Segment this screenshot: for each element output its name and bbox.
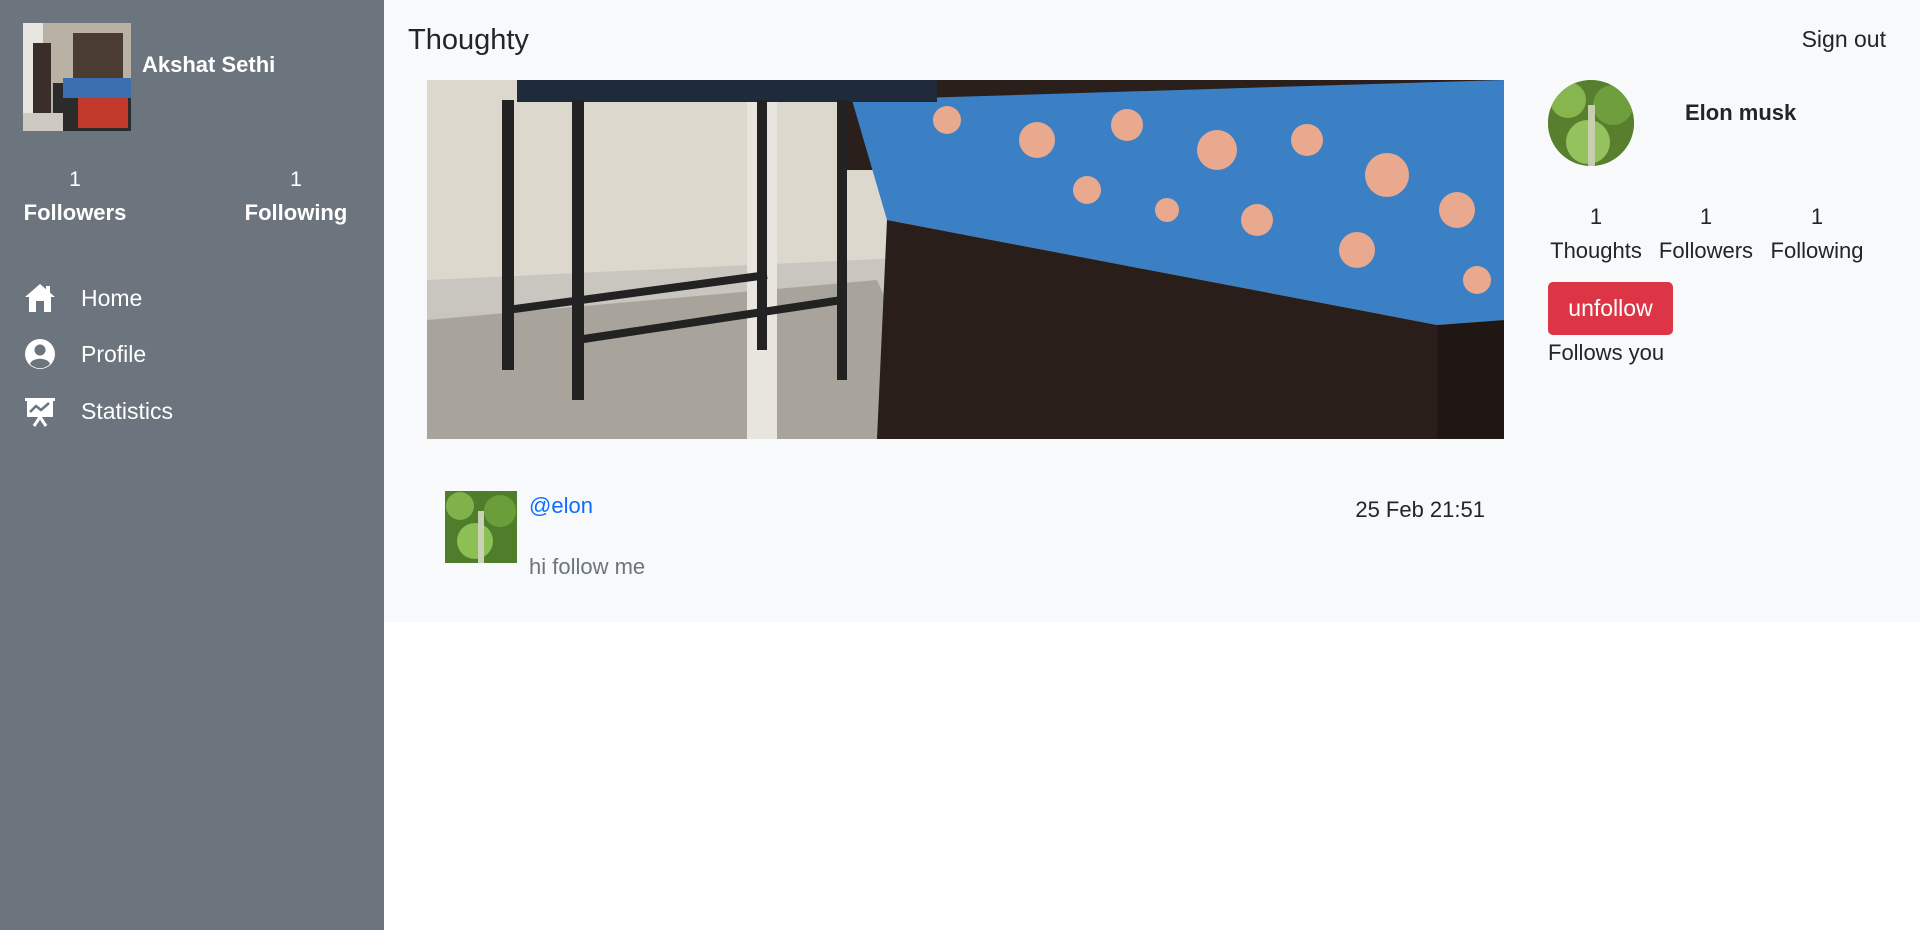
- nav-profile[interactable]: Profile: [23, 334, 146, 374]
- following-count: 1: [290, 168, 302, 191]
- sidebar: Akshat Sethi 1 Followers 1 Following Hom…: [0, 0, 384, 930]
- sign-out-link[interactable]: Sign out: [1802, 26, 1886, 53]
- profile-name: Elon musk: [1685, 100, 1797, 125]
- post-text: hi follow me: [529, 554, 646, 579]
- post-timestamp: 25 Feb 21:51: [1355, 497, 1485, 522]
- post-author-avatar[interactable]: [445, 491, 517, 563]
- nav-home-label: Home: [81, 284, 143, 311]
- nav-statistics-label: Statistics: [81, 397, 174, 424]
- nav-statistics[interactable]: Statistics: [23, 391, 173, 431]
- profile-followers-count: 1: [1699, 204, 1713, 229]
- profile-followers-label: Followers: [1658, 238, 1754, 263]
- unfollow-button[interactable]: unfollow: [1548, 282, 1673, 335]
- profile-following-count: 1: [1810, 204, 1824, 229]
- followers-stat[interactable]: 1 Followers: [5, 168, 145, 226]
- following-stat[interactable]: 1 Following: [226, 168, 366, 226]
- profile-avatar[interactable]: [1548, 80, 1634, 166]
- followers-label: Followers: [23, 200, 127, 225]
- user-avatar[interactable]: [23, 23, 131, 131]
- followers-count: 1: [69, 168, 81, 191]
- profile-following-label: Following: [1770, 238, 1864, 263]
- nav-home[interactable]: Home: [23, 278, 142, 318]
- profile-followers-stat[interactable]: 1 Followers: [1658, 204, 1754, 264]
- profile-thoughts-stat[interactable]: 1 Thoughts: [1548, 204, 1644, 264]
- nav-profile-label: Profile: [81, 340, 147, 367]
- user-name: Akshat Sethi: [142, 52, 276, 77]
- profile-following-stat[interactable]: 1 Following: [1768, 204, 1866, 264]
- following-label: Following: [244, 200, 348, 225]
- cover-photo: [427, 80, 1504, 439]
- follows-you-label: Follows you: [1548, 340, 1665, 365]
- home-icon: [23, 281, 57, 315]
- thoughts-label: Thoughts: [1550, 238, 1642, 263]
- presentation-chart-icon: [23, 394, 57, 428]
- thoughts-count: 1: [1589, 204, 1603, 229]
- post-card: @elon 25 Feb 21:51 hi follow me: [445, 491, 1485, 591]
- brand-title[interactable]: Thoughty: [408, 24, 529, 57]
- post-author-handle[interactable]: @elon: [529, 493, 593, 519]
- profile-card: Elon musk 1 Thoughts 1 Followers 1 Follo…: [1548, 80, 1920, 380]
- user-circle-icon: [23, 337, 57, 371]
